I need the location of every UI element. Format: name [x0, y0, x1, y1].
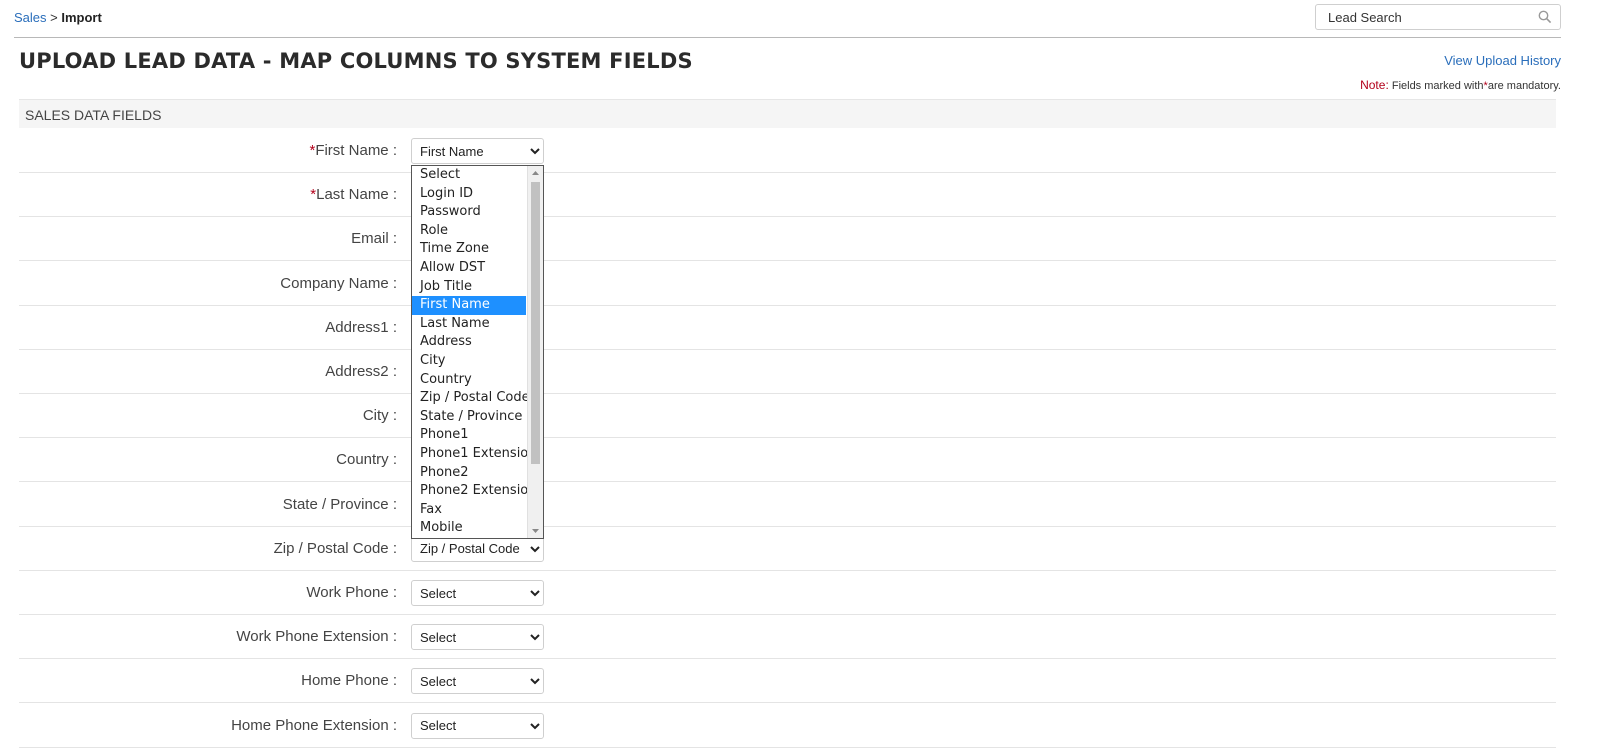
- scroll-down-arrow-icon[interactable]: [528, 524, 543, 538]
- field-label-text: Country :: [336, 451, 397, 469]
- field-label-text: Work Phone :: [306, 584, 397, 601]
- dropdown-option[interactable]: Fax: [412, 501, 526, 520]
- field-mapping-select[interactable]: Select: [411, 712, 544, 739]
- field-mapping-row: *Last Name : Last Name: [19, 172, 1556, 218]
- dropdown-option[interactable]: Address: [412, 333, 526, 352]
- field-label-text: Home Phone :: [301, 672, 397, 690]
- field-mapping-select[interactable]: Select: [411, 668, 544, 695]
- dropdown-option[interactable]: Zip / Postal Code: [412, 389, 530, 408]
- dropdown-option[interactable]: State / Province: [412, 408, 526, 427]
- field-mapping-row: City : City: [19, 393, 1556, 439]
- field-mapping-row: Work Phone Extension : Select: [19, 614, 1556, 660]
- field-label: Zip / Postal Code :: [274, 540, 397, 557]
- field-mapping-row: Home Phone : Select: [19, 658, 1556, 704]
- top-bar: Sales > Import: [14, 0, 1561, 38]
- breadcrumb-sales-link[interactable]: Sales: [14, 10, 47, 25]
- field-label-text: Address1 :: [325, 318, 397, 336]
- lead-search-box[interactable]: [1315, 4, 1561, 30]
- dropdown-option[interactable]: Password: [412, 203, 526, 222]
- field-label-text: Last Name :: [316, 186, 397, 204]
- field-label: Work Phone Extension :: [236, 628, 397, 645]
- field-mapping-row: Zip / Postal Code : Zip / Postal Code: [19, 526, 1556, 571]
- field-label: Work Phone :: [306, 584, 397, 601]
- field-mapping-row: State / Province : State / Province: [19, 482, 1556, 527]
- field-mapping-row: Work Phone : Select: [19, 570, 1556, 615]
- field-label: City :: [363, 407, 397, 424]
- field-label: State / Province :: [283, 496, 397, 513]
- search-icon[interactable]: [1538, 10, 1552, 24]
- field-label-text: Zip / Postal Code :: [273, 539, 397, 557]
- dropdown-option[interactable]: Phone2 Extension: [412, 482, 537, 501]
- field-mapping-select[interactable]: First Name: [411, 138, 544, 164]
- field-label: Company Name :: [280, 275, 397, 292]
- field-mapping-select[interactable]: Zip / Postal Code: [411, 535, 544, 562]
- field-label-text: Address2 :: [325, 363, 397, 380]
- field-mapping-select[interactable]: Select: [411, 624, 544, 651]
- dropdown-option[interactable]: City: [412, 352, 526, 371]
- field-label-text: Company Name :: [280, 274, 397, 292]
- field-label-text: Email :: [351, 230, 397, 248]
- dropdown-options: Select Login ID Password Role Time Zone Allow…: [412, 166, 537, 538]
- dropdown-option[interactable]: Login ID: [412, 185, 526, 204]
- dropdown-option[interactable]: Time Zone: [412, 240, 526, 259]
- scroll-thumb[interactable]: [531, 182, 540, 464]
- field-select-dropdown-list[interactable]: Select Login ID Password Role Time Zone Allow…: [411, 165, 544, 539]
- field-label: *Last Name :: [310, 186, 397, 203]
- field-label: Email :: [351, 230, 397, 247]
- dropdown-option[interactable]: Job Title: [412, 278, 526, 297]
- field-label-text: Work Phone Extension :: [236, 628, 397, 646]
- field-mapping-row: *First Name : First Name: [19, 128, 1556, 173]
- dropdown-option[interactable]: Mobile: [412, 519, 526, 538]
- field-label: Home Phone Extension :: [231, 717, 397, 734]
- dropdown-option[interactable]: Role: [412, 222, 526, 241]
- section-title: SALES DATA FIELDS: [25, 107, 162, 123]
- field-label: Home Phone :: [301, 672, 397, 689]
- field-mapping-row: Address2 : Select: [19, 349, 1556, 394]
- field-label-text: State / Province :: [282, 495, 397, 513]
- breadcrumb: Sales > Import: [14, 10, 102, 25]
- dropdown-option[interactable]: First Name: [412, 296, 526, 315]
- note-text-after: are mandatory.: [1487, 80, 1561, 92]
- dropdown-option[interactable]: Allow DST: [412, 259, 526, 278]
- view-upload-history-link[interactable]: View Upload History: [1444, 53, 1561, 68]
- field-mapping-row: Company Name : Select: [19, 261, 1556, 306]
- scroll-up-arrow-icon[interactable]: [528, 166, 543, 180]
- note-label: Note:: [1360, 78, 1389, 92]
- mandatory-note: Note: Fields marked with*are mandatory.: [1360, 78, 1561, 92]
- field-label: *First Name :: [309, 142, 397, 159]
- breadcrumb-current: Import: [61, 10, 102, 25]
- field-mapping-row: Home Phone Extension : Select: [19, 703, 1556, 748]
- dropdown-option[interactable]: Phone1: [412, 426, 526, 445]
- lead-search-input[interactable]: [1328, 10, 1528, 25]
- breadcrumb-separator: >: [50, 10, 58, 25]
- note-text-before: Fields marked with: [1391, 80, 1484, 92]
- field-label: Address2 :: [325, 363, 397, 380]
- field-label-text: Home Phone Extension :: [231, 716, 397, 734]
- field-mapping-select[interactable]: Select: [411, 580, 544, 606]
- field-mapping-row: Address1 : Address: [19, 305, 1556, 350]
- dropdown-option[interactable]: Phone2: [412, 464, 526, 483]
- page-title: UPLOAD LEAD DATA - MAP COLUMNS TO SYSTEM…: [19, 49, 693, 73]
- field-mapping-row: Country : Country: [19, 437, 1556, 483]
- field-label-text: City :: [362, 407, 397, 425]
- dropdown-option[interactable]: Select: [412, 166, 526, 185]
- field-mapping-row: Email : Select: [19, 216, 1556, 262]
- field-label: Country :: [336, 451, 397, 468]
- dropdown-option[interactable]: Last Name: [412, 315, 526, 334]
- dropdown-option[interactable]: Phone1 Extension: [412, 445, 537, 464]
- field-label-text: First Name :: [315, 142, 397, 159]
- dropdown-option[interactable]: Country: [412, 371, 526, 390]
- field-label: Address1 :: [325, 319, 397, 336]
- section-header: SALES DATA FIELDS: [19, 99, 1556, 128]
- dropdown-scrollbar[interactable]: [527, 166, 543, 538]
